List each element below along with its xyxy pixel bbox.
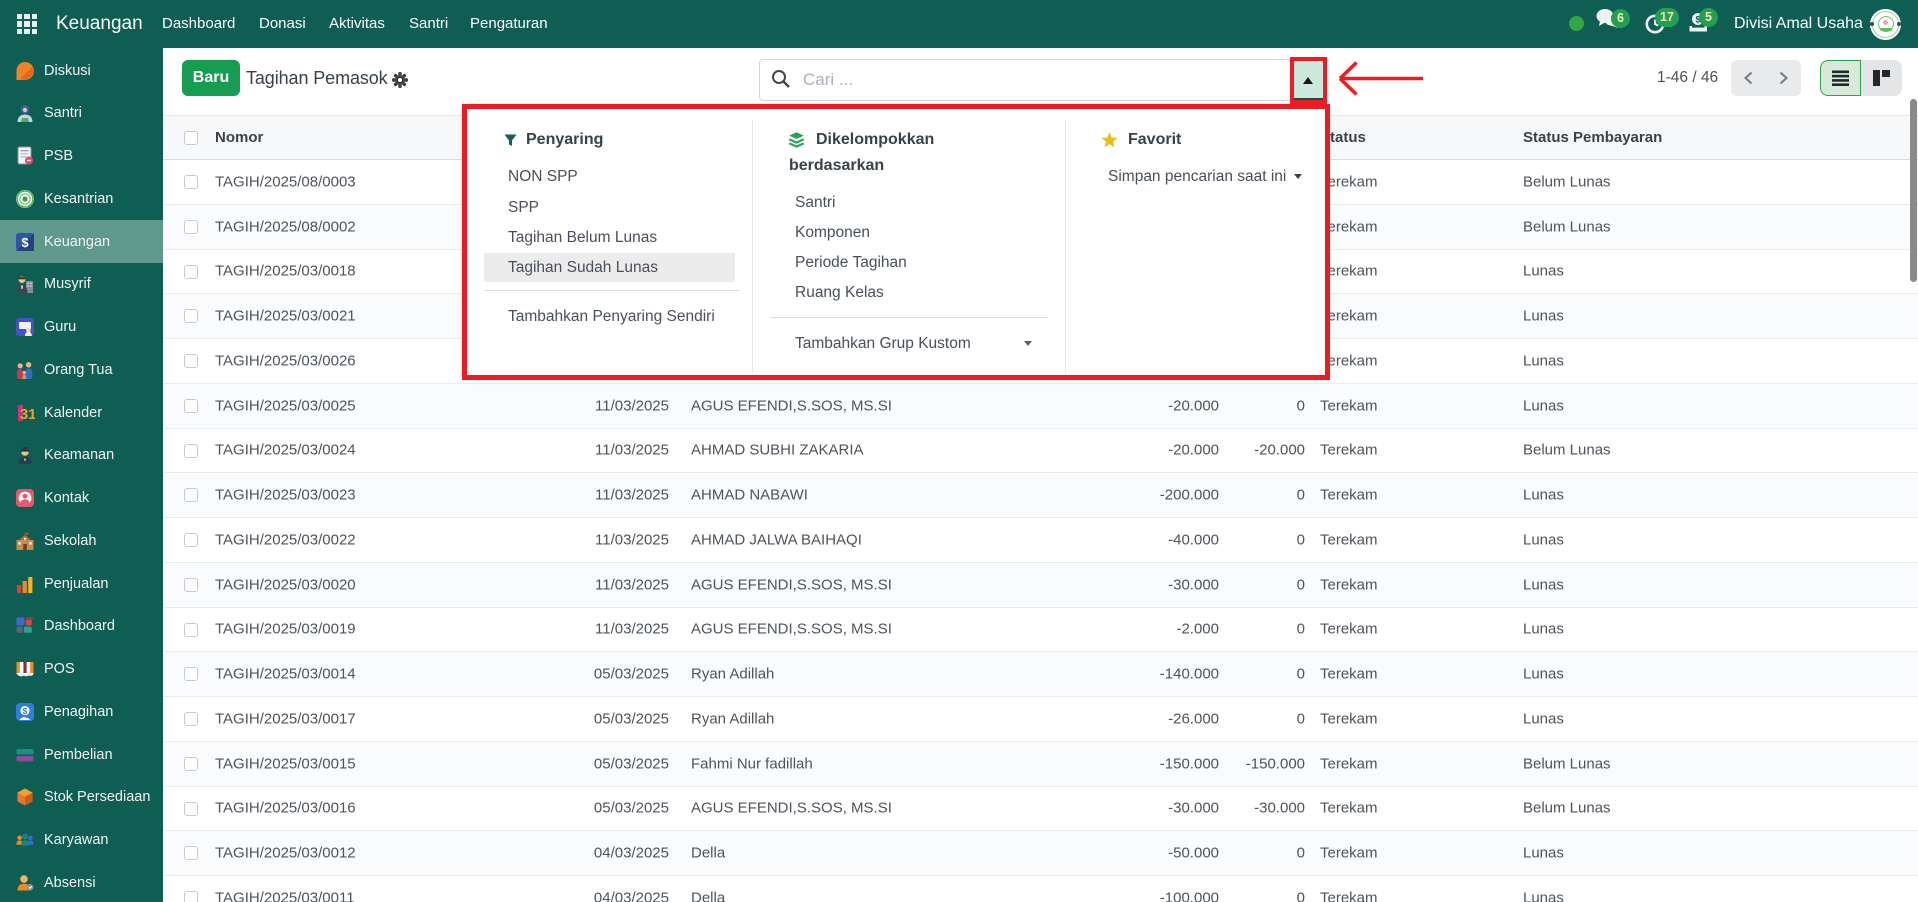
svg-text:$: $ [23,706,28,716]
svg-text:31: 31 [20,406,35,423]
svg-text:$: $ [21,234,29,249]
